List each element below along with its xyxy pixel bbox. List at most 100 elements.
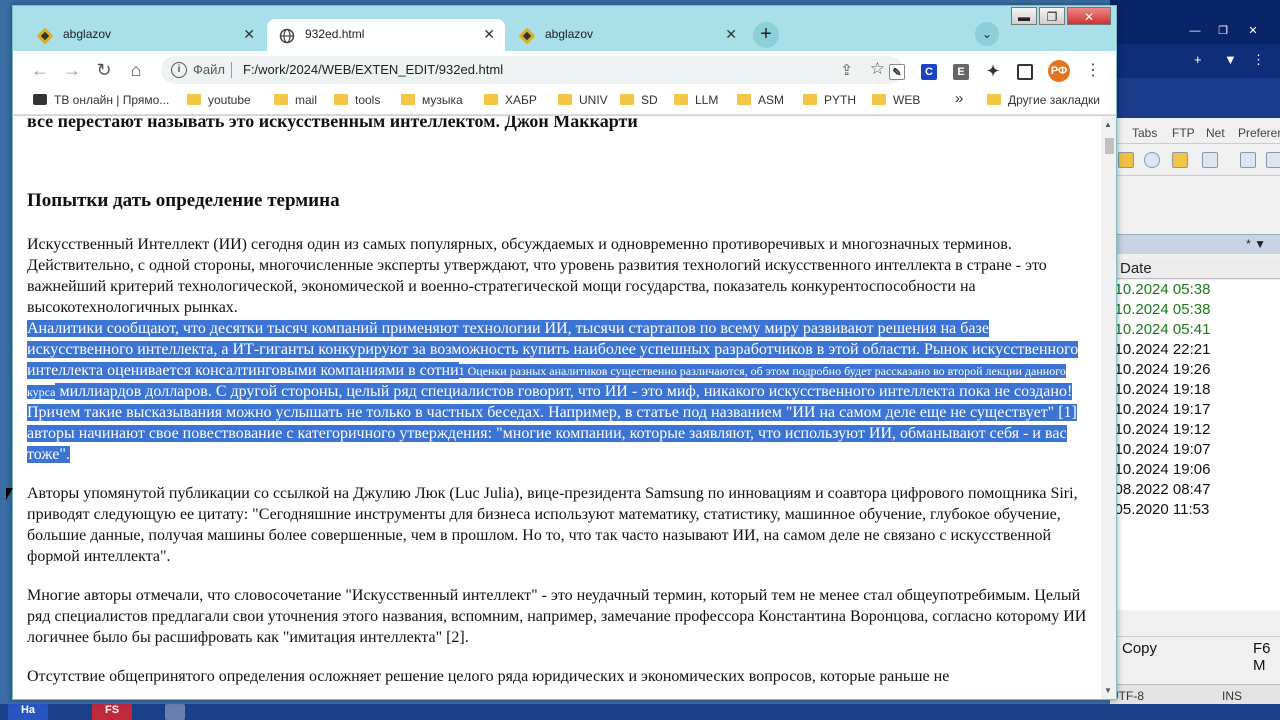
bookmark-music[interactable]: музыка [401, 93, 463, 111]
bookmark-habr[interactable]: ХАБР [484, 93, 537, 111]
tab-abglazov-2[interactable]: abglazov ✕ [507, 19, 747, 51]
bg-column-header[interactable]: Date [1110, 259, 1280, 279]
folder-icon [620, 94, 634, 105]
forward-arrow-icon[interactable]: → [61, 59, 83, 81]
folder-icon [558, 94, 572, 105]
tab-title: abglazov [545, 27, 594, 41]
bookmark-asm[interactable]: ASM [737, 93, 784, 111]
bg-plus-icon[interactable]: + [1194, 52, 1202, 67]
scroll-thumb[interactable] [1105, 138, 1114, 154]
bookmark-univ[interactable]: UNIV [558, 93, 608, 111]
abglazov-favicon-icon [37, 28, 53, 44]
extension-c-icon[interactable]: C [921, 64, 937, 80]
extension-pencil-icon[interactable]: ✎ [889, 64, 905, 80]
bg-file-date[interactable]: 5.10.2024 19:17 [1110, 400, 1280, 420]
bg-tabbar: + ▼ ⋮ [1110, 44, 1280, 78]
paragraph-4: Многие авторы отмечали, что словосочетан… [27, 587, 1087, 646]
new-tab-button[interactable]: + [753, 22, 779, 48]
tab-search-chevron-icon[interactable]: ⌄ [975, 22, 999, 46]
bookmark-llm[interactable]: LLM [674, 93, 718, 111]
reload-icon[interactable]: ↻ [93, 59, 115, 81]
bg-maximize-button[interactable]: ❐ [1210, 23, 1236, 39]
selected-paragraph[interactable]: Аналитики сообщают, что десятки тысяч ко… [27, 318, 1089, 465]
share-icon[interactable]: ⇪ [840, 61, 853, 79]
bg-file-date[interactable]: 5.10.2024 19:26 [1110, 360, 1280, 380]
folder-icon [274, 94, 288, 105]
bg-menu-bar: Tabs FTP Net Preferen [1110, 122, 1280, 144]
bg-warning-icon[interactable] [1118, 152, 1134, 168]
bookmark-mail[interactable]: mail [274, 93, 317, 111]
bg-file-date[interactable]: 0.10.2024 05:38 [1110, 300, 1280, 320]
selected-text-b: миллиардов долларов. С другой стороны, ц… [27, 383, 1077, 463]
back-arrow-icon[interactable]: ← [29, 59, 51, 81]
scroll-up-arrow-icon[interactable]: ▲ [1104, 120, 1112, 129]
info-icon[interactable]: i [171, 62, 187, 78]
bg-ins-mode: INS [1222, 689, 1243, 703]
bg-file-date[interactable]: 5.10.2024 19:12 [1110, 420, 1280, 440]
bg-folder-icon[interactable] [1172, 152, 1188, 168]
bg-file-date[interactable]: 5.10.2024 19:07 [1110, 440, 1280, 460]
bookmark-sd[interactable]: SD [620, 93, 658, 111]
maximize-button[interactable]: ❐ [1039, 7, 1065, 25]
bg-path-star[interactable]: * ▼ [1246, 237, 1266, 251]
tab-close-icon[interactable]: ✕ [725, 26, 737, 43]
scroll-down-arrow-icon[interactable]: ▼ [1104, 686, 1112, 695]
bg-view-icon[interactable] [1240, 152, 1256, 168]
bookmark-youtube[interactable]: youtube [187, 93, 251, 111]
taskbar-item-fs[interactable]: FS [92, 704, 132, 720]
bookmarks-more-chevron-icon[interactable]: » [955, 90, 963, 108]
bg-file-date[interactable]: 0.10.2024 05:41 [1110, 320, 1280, 340]
other-bookmarks-folder[interactable]: Другие закладки [987, 93, 1100, 111]
bg-file-date[interactable]: 5.10.2024 19:06 [1110, 460, 1280, 480]
bookmark-label: UNIV [579, 93, 608, 107]
bg-file-date[interactable]: 0.08.2022 08:47 [1110, 480, 1280, 500]
extension-e-icon[interactable]: E [953, 64, 969, 80]
bg-f6-button[interactable]: F6 M [1253, 640, 1280, 674]
profile-avatar[interactable]: РФ [1048, 60, 1070, 82]
extensions-puzzle-icon[interactable]: ✦ [985, 64, 1001, 80]
home-icon[interactable]: ⌂ [125, 59, 147, 81]
close-window-button[interactable]: ✕ [1067, 7, 1111, 25]
bg-date-header[interactable]: Date [1120, 260, 1152, 277]
bookmark-tools[interactable]: tools [334, 93, 380, 111]
paragraph-5: Отсутствие общепринятого определения осл… [27, 668, 950, 685]
tab-close-icon[interactable]: ✕ [483, 26, 495, 43]
browser-window: ▬ ❐ ✕ abglazov ✕ 932ed.html ✕ abglazov ✕… [12, 5, 1117, 700]
bookmark-tv-online[interactable]: ТВ онлайн | Прямо... [33, 93, 169, 111]
tab-932ed[interactable]: 932ed.html ✕ [267, 19, 505, 51]
bookmark-star-icon[interactable]: ☆ [870, 59, 885, 79]
folder-icon [737, 94, 751, 105]
bg-file-date[interactable]: 0.10.2024 05:38 [1110, 280, 1280, 300]
bg-menu-tabs[interactable]: Tabs [1132, 126, 1157, 140]
bg-file-date[interactable]: 5.10.2024 19:18 [1110, 380, 1280, 400]
side-panel-icon[interactable] [1017, 64, 1033, 80]
bookmark-pyth[interactable]: PYTH [803, 93, 856, 111]
tab-close-icon[interactable]: ✕ [243, 26, 255, 43]
address-bar[interactable]: i Файл F:/work/2024/WEB/EXTEN_EDIT/932ed… [161, 56, 903, 84]
bg-file-date[interactable]: 7.10.2024 22:21 [1110, 340, 1280, 360]
kebab-menu-icon[interactable]: ⋮ [1085, 60, 1101, 80]
url-text[interactable]: F:/work/2024/WEB/EXTEN_EDIT/932ed.html [243, 62, 503, 77]
vertical-scrollbar[interactable]: ▲ ▼ [1101, 116, 1116, 699]
bg-copy-button[interactable]: Copy [1122, 640, 1157, 657]
bg-sync-icon[interactable] [1202, 152, 1218, 168]
tab-abglazov-1[interactable]: abglazov ✕ [25, 19, 265, 51]
bg-file-date[interactable]: 1.05.2020 11:53 [1110, 500, 1280, 520]
folder-icon [674, 94, 688, 105]
taskbar-item-ha[interactable]: Ha [8, 704, 48, 720]
bookmark-web[interactable]: WEB [872, 93, 920, 111]
bg-more-icon[interactable]: ⋮ [1252, 52, 1265, 68]
bg-close-button[interactable]: ✕ [1240, 23, 1266, 39]
bg-search-icon[interactable] [1144, 152, 1160, 168]
taskbar-item-app[interactable] [165, 704, 185, 720]
bg-menu-preferences[interactable]: Preferen [1238, 126, 1280, 140]
bookmark-label: Другие закладки [1008, 93, 1100, 107]
bookmark-label: mail [295, 93, 318, 107]
bg-menu-net[interactable]: Net [1206, 126, 1225, 140]
bg-dropdown-icon[interactable]: ▼ [1224, 52, 1237, 67]
minimize-button[interactable]: ▬ [1011, 7, 1037, 25]
bg-minimize-button[interactable]: — [1182, 23, 1208, 39]
bg-file-list: 0.10.2024 05:38 0.10.2024 05:38 0.10.2024 … [1110, 280, 1280, 610]
bg-menu-ftp[interactable]: FTP [1172, 126, 1195, 140]
bg-grid-icon[interactable] [1266, 152, 1280, 168]
